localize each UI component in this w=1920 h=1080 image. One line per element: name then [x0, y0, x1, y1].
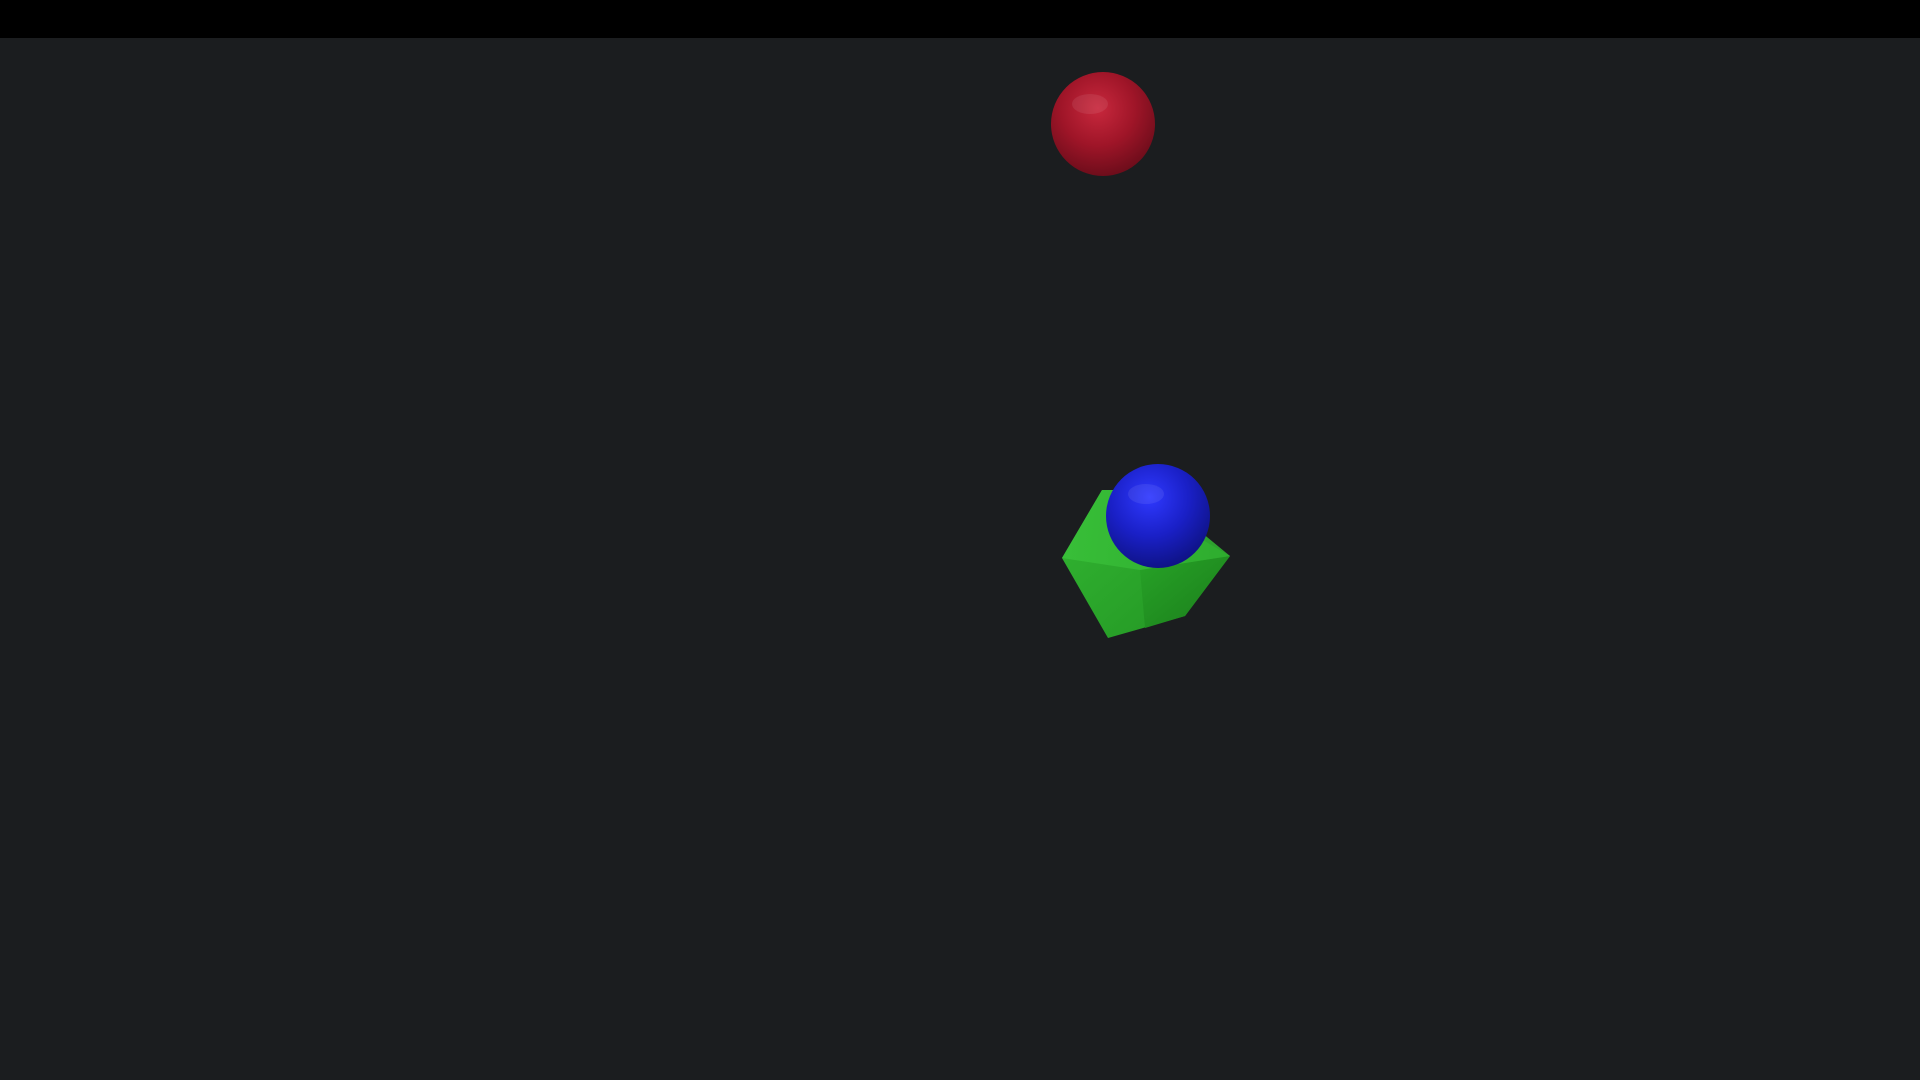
blue-sphere[interactable] [1106, 464, 1210, 568]
top-bar [0, 0, 1920, 38]
game-window [0, 0, 1920, 1080]
scene-canvas[interactable] [0, 38, 1920, 1080]
3d-viewport[interactable] [0, 38, 1920, 1080]
red-sphere[interactable] [1051, 72, 1155, 176]
